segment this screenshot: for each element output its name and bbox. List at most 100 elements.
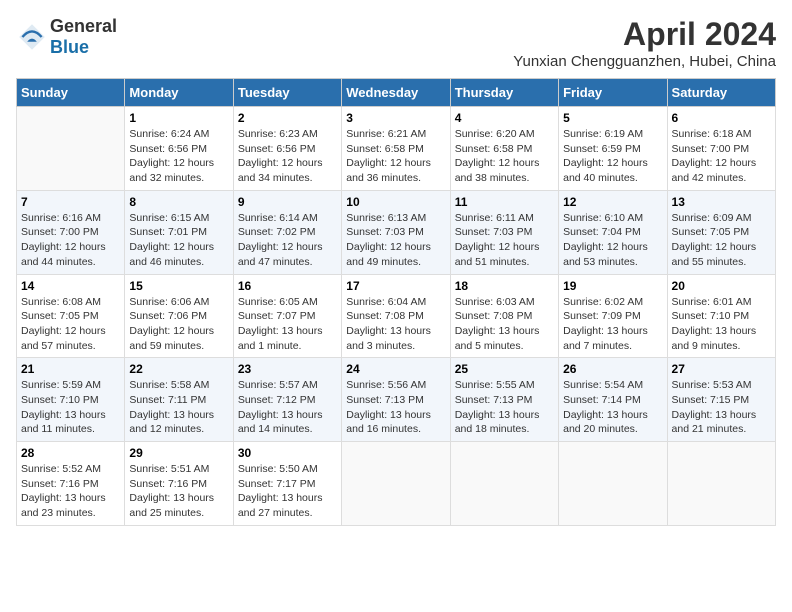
calendar-day-cell: 10 Sunrise: 6:13 AM Sunset: 7:03 PM Dayli…	[342, 190, 450, 274]
day-number: 24	[346, 362, 445, 376]
day-number: 22	[129, 362, 228, 376]
day-info: Sunrise: 5:55 AM Sunset: 7:13 PM Dayligh…	[455, 378, 554, 437]
day-info: Sunrise: 6:02 AM Sunset: 7:09 PM Dayligh…	[563, 295, 662, 354]
calendar-day-cell: 11 Sunrise: 6:11 AM Sunset: 7:03 PM Dayli…	[450, 190, 558, 274]
calendar-day-cell: 17 Sunrise: 6:04 AM Sunset: 7:08 PM Dayli…	[342, 274, 450, 358]
calendar-week-row: 21Sunrise: 5:59 AM Sunset: 7:10 PM Dayli…	[17, 358, 776, 442]
day-info: Sunrise: 6:16 AM Sunset: 7:00 PM Dayligh…	[21, 211, 120, 270]
day-info: Sunrise: 5:52 AM Sunset: 7:16 PM Dayligh…	[21, 462, 120, 521]
day-info: Sunrise: 5:56 AM Sunset: 7:13 PM Dayligh…	[346, 378, 445, 437]
day-number: 16	[238, 279, 337, 293]
calendar-day-cell: 20 Sunrise: 6:01 AM Sunset: 7:10 PM Dayli…	[667, 274, 775, 358]
calendar-day-cell: 29 Sunrise: 5:51 AM Sunset: 7:16 PM Dayli…	[125, 442, 233, 526]
day-number: 9	[238, 195, 337, 209]
day-info: Sunrise: 6:13 AM Sunset: 7:03 PM Dayligh…	[346, 211, 445, 270]
calendar-day-cell: 28 Sunrise: 5:52 AM Sunset: 7:16 PM Dayli…	[17, 442, 125, 526]
calendar-day-cell: 14 Sunrise: 6:08 AM Sunset: 7:05 PM Dayli…	[17, 274, 125, 358]
calendar-day-cell: 13 Sunrise: 6:09 AM Sunset: 7:05 PM Dayli…	[667, 190, 775, 274]
calendar-day-cell	[17, 107, 125, 191]
day-number: 8	[129, 195, 228, 209]
day-number: 14	[21, 279, 120, 293]
day-info: Sunrise: 6:21 AM Sunset: 6:58 PM Dayligh…	[346, 127, 445, 186]
day-info: Sunrise: 6:11 AM Sunset: 7:03 PM Dayligh…	[455, 211, 554, 270]
day-number: 25	[455, 362, 554, 376]
calendar-day-cell: 16 Sunrise: 6:05 AM Sunset: 7:07 PM Dayli…	[233, 274, 341, 358]
day-info: Sunrise: 6:10 AM Sunset: 7:04 PM Dayligh…	[563, 211, 662, 270]
day-info: Sunrise: 5:58 AM Sunset: 7:11 PM Dayligh…	[129, 378, 228, 437]
calendar-day-cell: 1Sunrise: 6:24 AM Sunset: 6:56 PM Daylig…	[125, 107, 233, 191]
calendar-day-cell: 3Sunrise: 6:21 AM Sunset: 6:58 PM Daylig…	[342, 107, 450, 191]
day-number: 10	[346, 195, 445, 209]
day-number: 27	[672, 362, 771, 376]
calendar-day-cell: 21Sunrise: 5:59 AM Sunset: 7:10 PM Dayli…	[17, 358, 125, 442]
day-number: 30	[238, 446, 337, 460]
calendar-day-cell	[559, 442, 667, 526]
page-header: General Blue April 2024 Yunxian Chenggua…	[16, 16, 776, 70]
day-number: 5	[563, 111, 662, 125]
day-number: 11	[455, 195, 554, 209]
day-info: Sunrise: 6:14 AM Sunset: 7:02 PM Dayligh…	[238, 211, 337, 270]
calendar-day-cell: 15Sunrise: 6:06 AM Sunset: 7:06 PM Dayli…	[125, 274, 233, 358]
calendar-day-cell: 5 Sunrise: 6:19 AM Sunset: 6:59 PM Daylig…	[559, 107, 667, 191]
calendar-day-cell	[667, 442, 775, 526]
weekday-header-tuesday: Tuesday	[233, 79, 341, 107]
day-info: Sunrise: 5:53 AM Sunset: 7:15 PM Dayligh…	[672, 378, 771, 437]
calendar-day-cell: 25 Sunrise: 5:55 AM Sunset: 7:13 PM Dayli…	[450, 358, 558, 442]
day-info: Sunrise: 5:57 AM Sunset: 7:12 PM Dayligh…	[238, 378, 337, 437]
day-info: Sunrise: 6:01 AM Sunset: 7:10 PM Dayligh…	[672, 295, 771, 354]
month-title: April 2024	[513, 16, 776, 53]
calendar-table: SundayMondayTuesdayWednesdayThursdayFrid…	[16, 78, 776, 526]
calendar-day-cell: 7Sunrise: 6:16 AM Sunset: 7:00 PM Daylig…	[17, 190, 125, 274]
weekday-header-saturday: Saturday	[667, 79, 775, 107]
title-block: April 2024 Yunxian Chengguanzhen, Hubei,…	[513, 16, 776, 70]
calendar-day-cell: 4Sunrise: 6:20 AM Sunset: 6:58 PM Daylig…	[450, 107, 558, 191]
day-info: Sunrise: 6:23 AM Sunset: 6:56 PM Dayligh…	[238, 127, 337, 186]
day-number: 26	[563, 362, 662, 376]
day-info: Sunrise: 6:18 AM Sunset: 7:00 PM Dayligh…	[672, 127, 771, 186]
calendar-day-cell: 30 Sunrise: 5:50 AM Sunset: 7:17 PM Dayli…	[233, 442, 341, 526]
calendar-day-cell: 24 Sunrise: 5:56 AM Sunset: 7:13 PM Dayli…	[342, 358, 450, 442]
day-info: Sunrise: 5:54 AM Sunset: 7:14 PM Dayligh…	[563, 378, 662, 437]
day-number: 29	[129, 446, 228, 460]
day-info: Sunrise: 6:05 AM Sunset: 7:07 PM Dayligh…	[238, 295, 337, 354]
day-number: 2	[238, 111, 337, 125]
calendar-day-cell: 23Sunrise: 5:57 AM Sunset: 7:12 PM Dayli…	[233, 358, 341, 442]
day-number: 17	[346, 279, 445, 293]
day-number: 15	[129, 279, 228, 293]
day-info: Sunrise: 6:09 AM Sunset: 7:05 PM Dayligh…	[672, 211, 771, 270]
calendar-day-cell: 19Sunrise: 6:02 AM Sunset: 7:09 PM Dayli…	[559, 274, 667, 358]
weekday-header-sunday: Sunday	[17, 79, 125, 107]
logo-icon	[16, 21, 48, 53]
day-number: 21	[21, 362, 120, 376]
calendar-week-row: 28 Sunrise: 5:52 AM Sunset: 7:16 PM Dayli…	[17, 442, 776, 526]
day-number: 28	[21, 446, 120, 460]
calendar-day-cell: 12 Sunrise: 6:10 AM Sunset: 7:04 PM Dayli…	[559, 190, 667, 274]
day-info: Sunrise: 6:15 AM Sunset: 7:01 PM Dayligh…	[129, 211, 228, 270]
day-number: 6	[672, 111, 771, 125]
location-title: Yunxian Chengguanzhen, Hubei, China	[513, 53, 776, 70]
logo-blue: Blue	[50, 37, 89, 57]
calendar-day-cell: 9 Sunrise: 6:14 AM Sunset: 7:02 PM Daylig…	[233, 190, 341, 274]
calendar-day-cell: 2 Sunrise: 6:23 AM Sunset: 6:56 PM Daylig…	[233, 107, 341, 191]
day-number: 13	[672, 195, 771, 209]
day-info: Sunrise: 6:08 AM Sunset: 7:05 PM Dayligh…	[21, 295, 120, 354]
weekday-header-row: SundayMondayTuesdayWednesdayThursdayFrid…	[17, 79, 776, 107]
day-number: 18	[455, 279, 554, 293]
day-number: 4	[455, 111, 554, 125]
day-number: 1	[129, 111, 228, 125]
calendar-week-row: 7Sunrise: 6:16 AM Sunset: 7:00 PM Daylig…	[17, 190, 776, 274]
weekday-header-friday: Friday	[559, 79, 667, 107]
day-info: Sunrise: 5:50 AM Sunset: 7:17 PM Dayligh…	[238, 462, 337, 521]
calendar-day-cell: 26 Sunrise: 5:54 AM Sunset: 7:14 PM Dayli…	[559, 358, 667, 442]
calendar-week-row: 1Sunrise: 6:24 AM Sunset: 6:56 PM Daylig…	[17, 107, 776, 191]
weekday-header-monday: Monday	[125, 79, 233, 107]
calendar-day-cell: 22 Sunrise: 5:58 AM Sunset: 7:11 PM Dayli…	[125, 358, 233, 442]
day-info: Sunrise: 6:04 AM Sunset: 7:08 PM Dayligh…	[346, 295, 445, 354]
calendar-day-cell: 27 Sunrise: 5:53 AM Sunset: 7:15 PM Dayli…	[667, 358, 775, 442]
day-number: 20	[672, 279, 771, 293]
day-info: Sunrise: 6:19 AM Sunset: 6:59 PM Dayligh…	[563, 127, 662, 186]
day-info: Sunrise: 5:51 AM Sunset: 7:16 PM Dayligh…	[129, 462, 228, 521]
logo-general: General	[50, 16, 117, 36]
weekday-header-wednesday: Wednesday	[342, 79, 450, 107]
day-number: 12	[563, 195, 662, 209]
